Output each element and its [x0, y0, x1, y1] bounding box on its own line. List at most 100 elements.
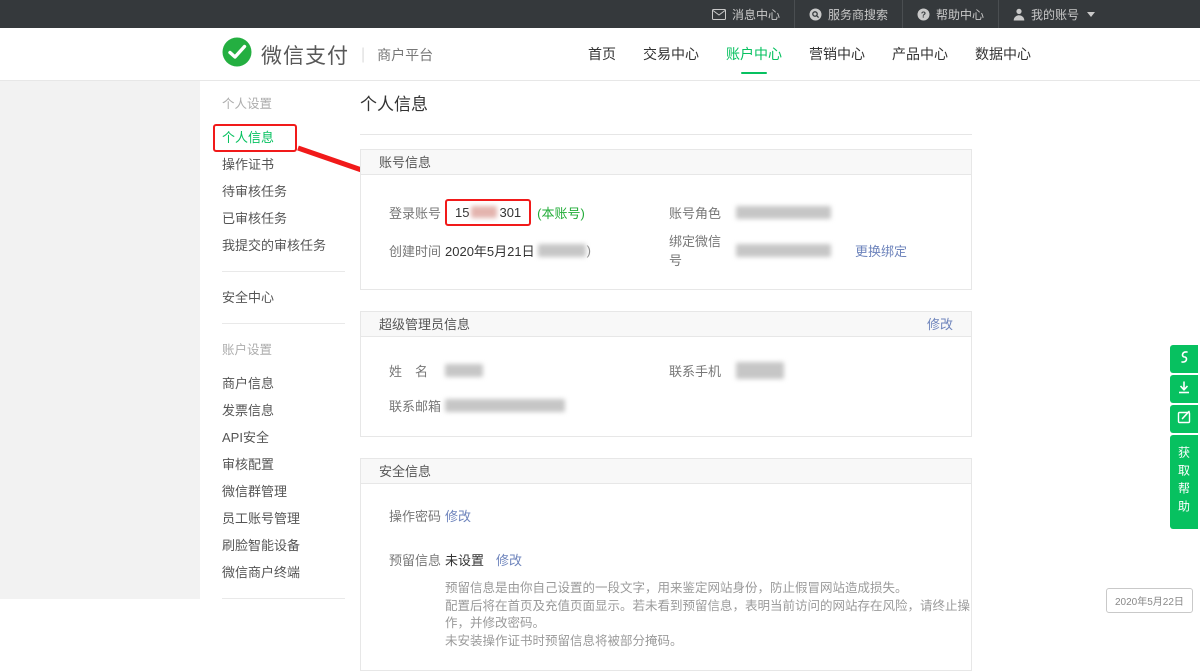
topbar: 消息中心 服务商搜索 ? 帮助中心 我的账号 — [0, 0, 1200, 28]
download-button[interactable] — [1170, 375, 1198, 403]
description-line: 未安装操作证书时预留信息将被部分掩码。 — [445, 633, 971, 651]
section-title: 安全信息 — [379, 459, 431, 484]
header: 微信支付 | 商户平台 首页 交易中心 账户中心 营销中心 产品中心 数据中心 — [0, 28, 1200, 81]
redacted-wechat-id — [736, 244, 831, 257]
nav-product-center[interactable]: 产品中心 — [892, 28, 948, 81]
nav-account-center[interactable]: 账户中心 — [726, 28, 782, 81]
redacted-admin-phone — [736, 362, 784, 379]
current-account-tag: (本账号) — [537, 203, 585, 222]
section-super-admin-header: 超级管理员信息 修改 — [361, 312, 971, 337]
page-title: 个人信息 — [360, 90, 972, 135]
field-label: 登录账号 — [389, 203, 445, 222]
sidebar-item-face-devices[interactable]: 刷脸智能设备 — [222, 532, 345, 559]
field-label: 创建时间 — [389, 241, 445, 260]
field-label: 操作密码 — [389, 506, 445, 525]
topbar-item-label: 消息中心 — [732, 6, 780, 23]
user-icon — [1013, 8, 1025, 21]
login-account-prefix: 15 — [455, 205, 469, 220]
sidebar-item-operation-cert[interactable]: 操作证书 — [222, 151, 345, 178]
annotation-red-box-login: 15 301 — [445, 199, 531, 226]
reserved-info-status: 未设置 — [445, 550, 484, 569]
sidebar-item-my-submitted-review[interactable]: 我提交的审核任务 — [222, 232, 345, 259]
feedback-button[interactable] — [1170, 405, 1198, 433]
sidebar-group-account-settings: 账户设置 — [222, 336, 345, 370]
sidebar-item-api-security[interactable]: API安全 — [222, 424, 345, 451]
sidebar-divider — [222, 323, 345, 324]
edit-password-link[interactable]: 修改 — [445, 506, 471, 525]
sidebar-item-staff-account-mgmt[interactable]: 员工账号管理 — [222, 505, 345, 532]
field-label: 联系手机 — [669, 361, 725, 380]
get-help-label: 获取帮助 — [1176, 446, 1193, 518]
login-account-suffix: 301 — [499, 205, 521, 220]
sidebar-item-merchant-info[interactable]: 商户信息 — [222, 370, 345, 397]
main-nav: 首页 交易中心 账户中心 营销中心 产品中心 数据中心 — [588, 28, 1031, 81]
field-admin-email: 联系邮箱 — [389, 396, 565, 415]
hotline-button[interactable] — [1170, 345, 1198, 373]
sidebar-item-reviewed[interactable]: 已审核任务 — [222, 205, 345, 232]
svg-text:?: ? — [921, 9, 926, 19]
brand-subtitle: 商户平台 — [377, 45, 433, 65]
nav-transaction-center[interactable]: 交易中心 — [643, 28, 699, 81]
sidebar-item-personal-info[interactable]: 个人信息 — [222, 124, 345, 151]
topbar-item-messages[interactable]: 消息中心 — [698, 0, 795, 28]
nav-marketing-center[interactable]: 营销中心 — [809, 28, 865, 81]
sidebar-item-review-config[interactable]: 审核配置 — [222, 451, 345, 478]
created-time-suffix: ) — [587, 243, 591, 258]
created-time-value: 2020年5月21日 — [445, 241, 535, 260]
field-bound-wechat: 绑定微信号 更换绑定 — [669, 231, 907, 269]
topbar-item-label: 帮助中心 — [936, 6, 984, 23]
floating-help-rail: 获取帮助 — [1170, 345, 1198, 529]
section-security-info-header: 安全信息 — [361, 459, 971, 484]
section-title: 账号信息 — [379, 150, 431, 175]
topbar-item-help-center[interactable]: ? 帮助中心 — [903, 0, 999, 28]
field-reserved-info: 预留信息 未设置 修改 — [389, 550, 522, 569]
topbar-item-label: 我的账号 — [1031, 6, 1079, 23]
sidebar-item-security-center[interactable]: 安全中心 — [222, 284, 345, 311]
main-content: 个人信息 账号信息 登录账号 15 301 (本账号) — [360, 90, 972, 671]
topbar-item-provider-search[interactable]: 服务商搜索 — [795, 0, 903, 28]
redacted-account-role — [736, 206, 831, 219]
field-admin-name: 姓 名 — [389, 361, 669, 380]
description-line: 配置后将在首页及充值页面显示。若未看到预留信息，表明当前访问的网站存在风险，请终… — [445, 598, 971, 633]
redacted-created-time — [538, 244, 586, 257]
edit-admin-link[interactable]: 修改 — [927, 312, 953, 337]
sidebar-item-merchant-terminal[interactable]: 微信商户终端 — [222, 559, 345, 586]
brand[interactable]: 微信支付 | 商户平台 — [222, 28, 433, 81]
section-account-info-header: 账号信息 — [361, 150, 971, 175]
hotline-icon — [1176, 349, 1192, 370]
edit-reserved-info-link[interactable]: 修改 — [496, 550, 522, 569]
left-rail — [0, 81, 200, 599]
rebind-wechat-link[interactable]: 更换绑定 — [855, 241, 907, 260]
field-label: 姓 名 — [389, 361, 445, 380]
redacted-admin-name — [445, 364, 483, 377]
nav-home[interactable]: 首页 — [588, 28, 616, 81]
brand-name: 微信支付 — [261, 40, 349, 70]
sidebar-divider — [222, 271, 345, 272]
brand-separator: | — [361, 46, 365, 64]
edit-icon — [1176, 409, 1192, 430]
description-line: 预留信息是由你自己设置的一段文字，用来鉴定网站身份，防止假冒网站造成损失。 — [445, 580, 971, 598]
field-label: 账号角色 — [669, 203, 725, 222]
field-label: 联系邮箱 — [389, 396, 445, 415]
sidebar-group-personal-settings: 个人设置 — [222, 90, 345, 124]
section-account-info: 账号信息 登录账号 15 301 (本账号) 账号角色 — [360, 149, 972, 290]
section-super-admin: 超级管理员信息 修改 姓 名 联系手机 联系邮箱 — [360, 311, 972, 437]
topbar-item-my-account[interactable]: 我的账号 — [999, 0, 1109, 28]
question-circle-icon: ? — [917, 8, 930, 21]
topbar-item-label: 服务商搜索 — [828, 6, 888, 23]
field-operation-password: 操作密码 修改 — [389, 506, 471, 525]
section-security-info: 安全信息 操作密码 修改 预留信息 未设置 修改 预留信息是由你自己设置的一段文… — [360, 458, 972, 671]
wechat-pay-logo-icon — [222, 37, 252, 72]
sidebar-item-wechat-group-mgmt[interactable]: 微信群管理 — [222, 478, 345, 505]
get-help-button[interactable]: 获取帮助 — [1170, 435, 1198, 529]
field-label: 绑定微信号 — [669, 231, 725, 269]
topbar-items: 消息中心 服务商搜索 ? 帮助中心 我的账号 — [698, 0, 1109, 28]
envelope-icon — [712, 9, 726, 20]
redacted-admin-email — [445, 399, 565, 412]
sidebar-item-invoice-info[interactable]: 发票信息 — [222, 397, 345, 424]
nav-data-center[interactable]: 数据中心 — [975, 28, 1031, 81]
download-icon — [1176, 379, 1192, 400]
sidebar-item-pending-review[interactable]: 待审核任务 — [222, 178, 345, 205]
field-created-time: 创建时间 2020年5月21日 ) — [389, 241, 669, 260]
search-circle-icon — [809, 8, 822, 21]
